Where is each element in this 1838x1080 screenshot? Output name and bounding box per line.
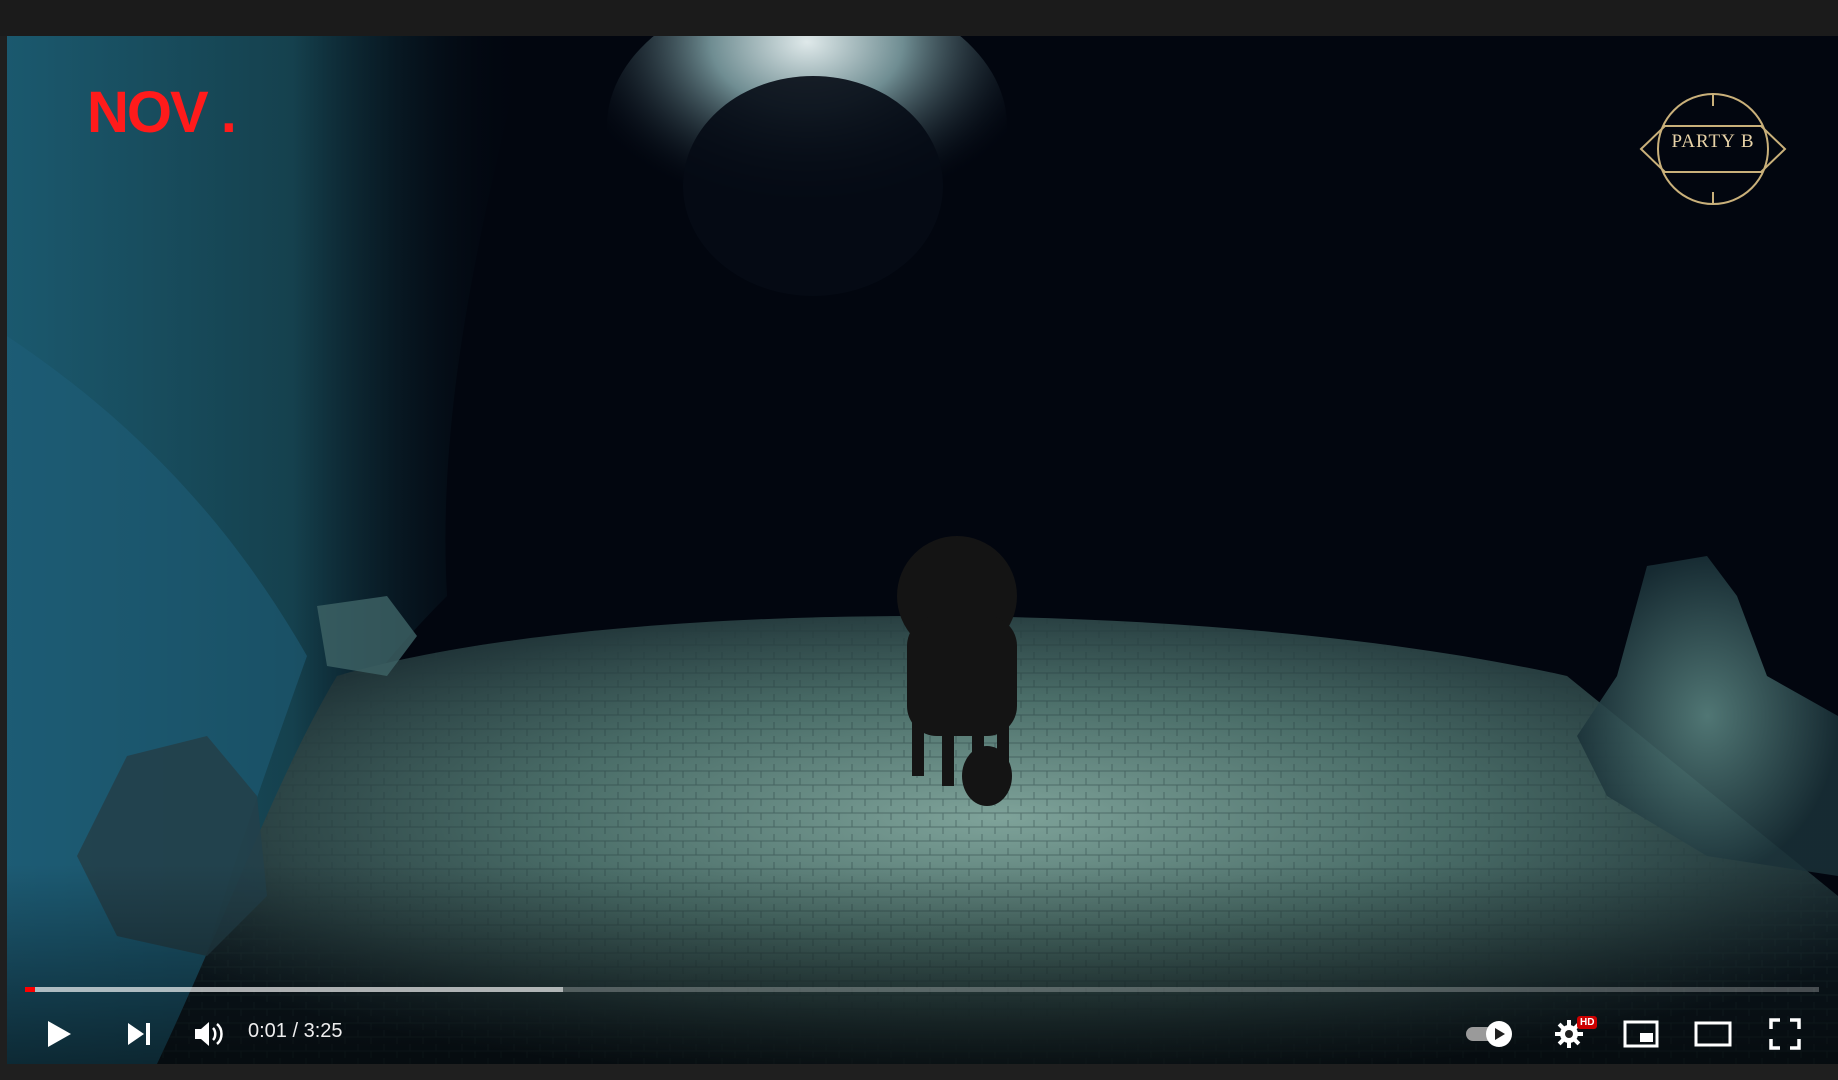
play-button[interactable] [37,1012,81,1056]
theater-icon [1694,1021,1732,1047]
next-icon [128,1023,150,1045]
fullscreen-icon [1769,1018,1801,1050]
volume-button[interactable] [187,1012,231,1056]
badge-text: PARTY B [1671,131,1755,152]
party-b-badge: PARTY B [1635,86,1791,212]
hd-badge: HD [1577,1016,1598,1029]
miniplayer-button[interactable] [1619,1012,1663,1056]
page: NOV . PARTY B 0:01 / 3:25 HD [0,0,1838,1080]
autoplay-toggle[interactable] [1462,1014,1518,1054]
time-display: 0:01 / 3:25 [248,1020,343,1042]
settings-button[interactable]: HD [1547,1012,1598,1056]
volume-icon [195,1022,223,1046]
progress-bar[interactable] [25,987,1819,992]
top-strip [0,0,1838,36]
progress-played [25,987,35,992]
channel-logo: NOV . [87,80,237,145]
theater-mode-button[interactable] [1691,1012,1735,1056]
autoplay-toggle-icon [1466,1021,1512,1047]
video-player[interactable]: NOV . PARTY B 0:01 / 3:25 HD [7,36,1838,1064]
next-button[interactable] [117,1012,161,1056]
fullscreen-button[interactable] [1763,1012,1807,1056]
miniplayer-icon [1623,1020,1659,1048]
progress-buffered [25,987,564,992]
player-controls: 0:01 / 3:25 HD [7,1002,1838,1062]
bottom-strip [0,1064,1838,1080]
play-icon [48,1021,71,1047]
